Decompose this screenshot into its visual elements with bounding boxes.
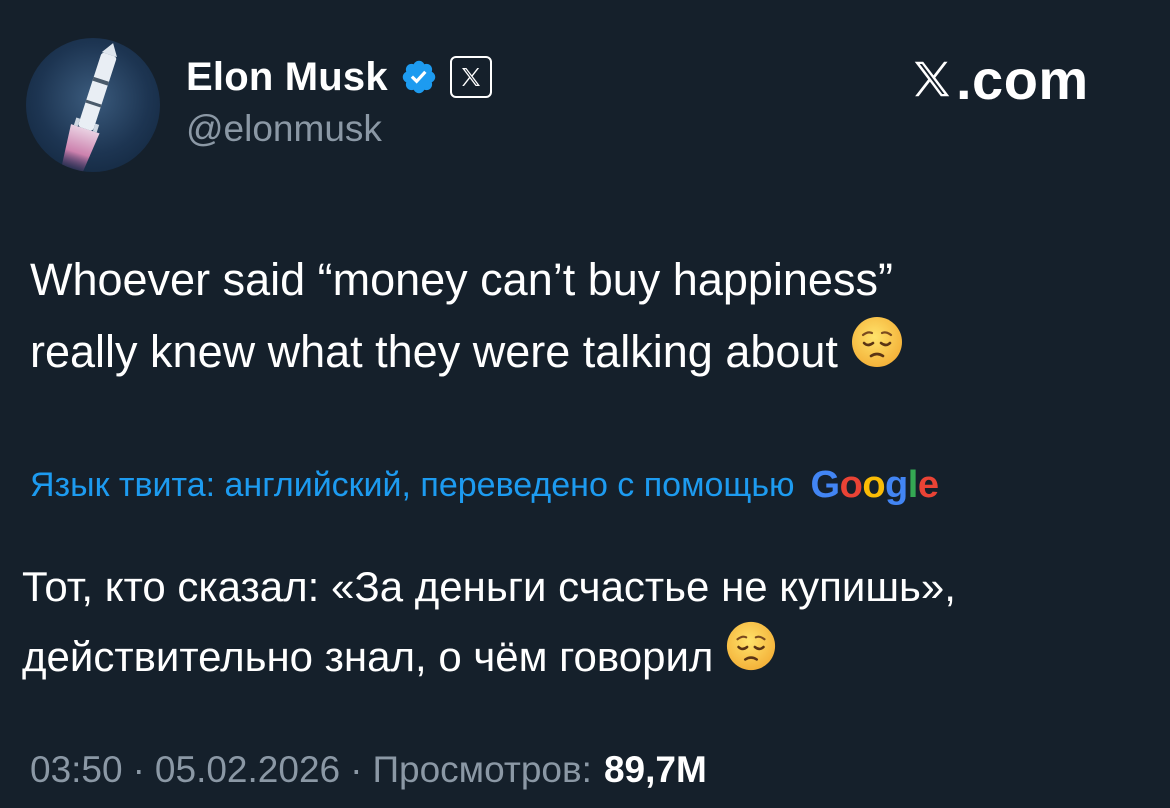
tweet-date[interactable]: 05.02.2026: [155, 749, 340, 791]
translated-text-line: Тот, кто сказал: «За деньги счастье не к…: [22, 563, 956, 610]
tweet-text-line-with-emoji: really knew what they were talking about: [30, 316, 1130, 393]
author-row: Elon Musk: [186, 52, 492, 102]
verified-badge-icon[interactable]: [400, 58, 438, 96]
views-label: Просмотров:: [372, 749, 592, 790]
avatar[interactable]: [26, 38, 160, 172]
author-handle[interactable]: @elonmusk: [186, 108, 382, 150]
tweet-text: Whoever said “money can’t buy happiness”…: [30, 244, 1130, 393]
google-logo: Google: [811, 464, 939, 507]
tweet-text-line: Whoever said “money can’t buy happiness”: [30, 254, 893, 305]
author-name[interactable]: Elon Musk: [186, 55, 388, 100]
x-logo-icon: [908, 56, 956, 102]
tweet-text-line: really knew what they were talking about: [30, 326, 838, 377]
google-letter: G: [810, 463, 841, 506]
google-letter: o: [862, 463, 886, 506]
meta-separator: ·: [350, 749, 363, 790]
tweet-time[interactable]: 03:50: [30, 749, 123, 791]
rocket-avatar-image: [61, 43, 117, 172]
translation-note[interactable]: Язык твита: английский, переведено с пом…: [30, 462, 939, 508]
site-label: .com: [908, 47, 1089, 111]
x-logo-icon[interactable]: [449, 56, 492, 98]
translated-text: Тот, кто сказал: «За деньги счастье не к…: [22, 552, 1142, 696]
translated-text-line: действительно знал, о чём говорил: [22, 633, 714, 680]
translated-text-line-with-emoji: действительно знал, о чём говорил: [22, 622, 1142, 696]
google-letter: o: [839, 463, 863, 506]
site-domain: .com: [956, 47, 1089, 111]
views-count[interactable]: 89,7M: [604, 749, 707, 791]
google-letter: g: [885, 463, 908, 506]
google-letter: e: [917, 463, 939, 506]
pensive-face-emoji: [850, 315, 904, 390]
meta-separator: ·: [132, 749, 145, 790]
tweet-meta: 03:50 · 05.02.2026 · Просмотров: 89,7M: [30, 744, 707, 796]
google-letter: l: [907, 463, 919, 506]
translation-note-text[interactable]: Язык твита: английский, переведено с пом…: [30, 466, 795, 505]
pensive-face-emoji: [725, 620, 777, 693]
